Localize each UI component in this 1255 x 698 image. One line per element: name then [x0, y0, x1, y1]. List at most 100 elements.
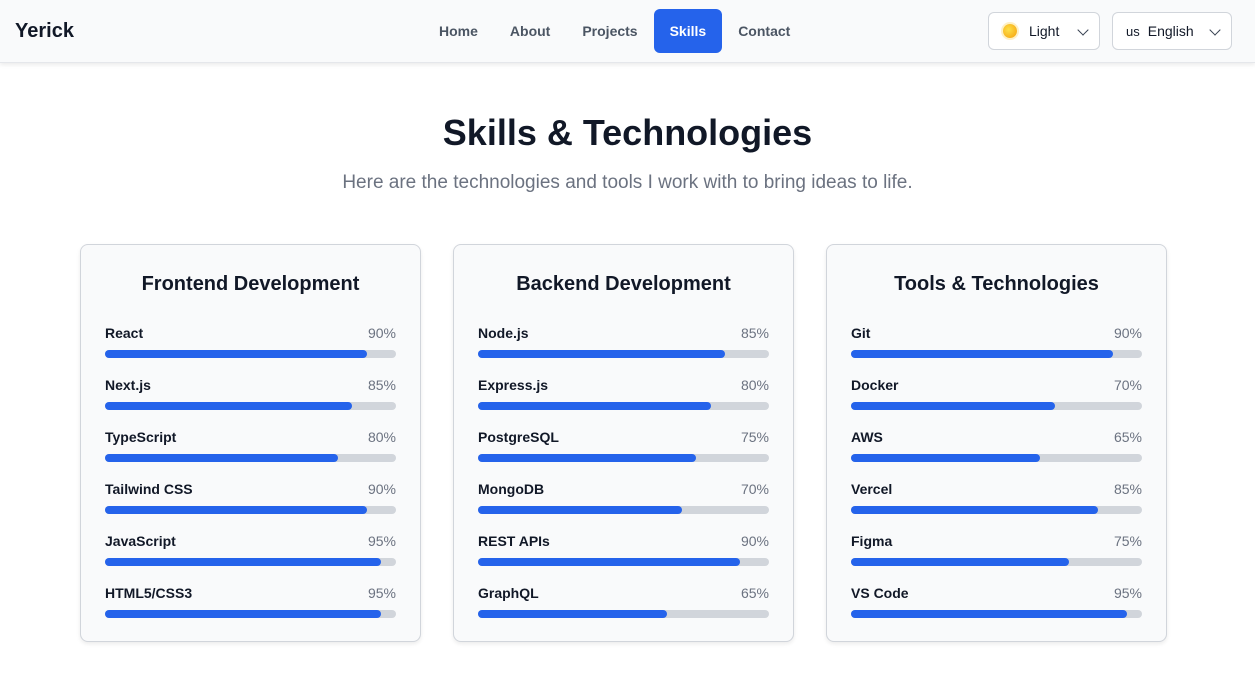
main-nav: Home About Projects Skills Contact	[423, 9, 806, 53]
skill-row: Vercel 85%	[851, 481, 1142, 521]
skill-name: PostgreSQL	[478, 429, 559, 445]
progress-fill	[478, 454, 697, 462]
nav-contact[interactable]: Contact	[722, 9, 806, 53]
skill-name: React	[105, 325, 144, 341]
progress-track	[105, 454, 396, 462]
progress-fill	[851, 350, 1113, 358]
skill-row: AWS 65%	[851, 429, 1142, 469]
progress-track	[478, 610, 769, 618]
progress-fill	[105, 350, 367, 358]
progress-fill	[478, 402, 711, 410]
progress-track	[105, 610, 396, 618]
progress-fill	[105, 454, 338, 462]
skill-name: GraphQL	[478, 585, 539, 601]
skill-percent: 85%	[367, 377, 396, 393]
progress-track	[478, 506, 769, 514]
skill-name: Express.js	[478, 377, 549, 393]
chevron-down-icon	[1209, 24, 1221, 36]
page-title: Skills & Technologies	[442, 112, 813, 153]
skill-name: Git	[851, 325, 871, 341]
progress-track	[851, 454, 1142, 462]
skill-category-card: Backend Development Node.js 85% Express.js 8…	[453, 244, 794, 642]
skill-category-card: Frontend Development React 90% Next.js 85% Ty…	[80, 244, 421, 642]
skill-percent: 75%	[1113, 533, 1142, 549]
skill-percent: 75%	[740, 429, 769, 445]
progress-fill	[105, 402, 353, 410]
progress-track	[851, 558, 1142, 566]
progress-fill	[851, 610, 1128, 618]
nav-about[interactable]: About	[494, 9, 566, 53]
card-title: Tools & Technologies	[894, 273, 1099, 295]
card-title: Backend Development	[516, 273, 731, 295]
progress-track	[851, 350, 1142, 358]
skill-percent: 85%	[740, 325, 769, 341]
skill-row: Tailwind CSS 90%	[105, 481, 396, 521]
skill-name: Docker	[851, 377, 899, 393]
progress-track	[105, 558, 396, 566]
nav-projects[interactable]: Projects	[566, 9, 653, 53]
skill-percent: 65%	[1113, 429, 1142, 445]
progress-track	[478, 350, 769, 358]
skill-row: Express.js 80%	[478, 377, 769, 417]
progress-track	[478, 402, 769, 410]
brand-logo[interactable]: Yerick	[15, 20, 74, 43]
skill-name: REST APIs	[478, 533, 550, 549]
progress-fill	[478, 610, 668, 618]
skill-row: REST APIs 90%	[478, 533, 769, 573]
top-navbar: Yerick Home About Projects Skills Contac…	[0, 0, 1255, 63]
skill-percent: 90%	[367, 481, 396, 497]
theme-select-value: Light	[1029, 23, 1060, 39]
skill-percent: 95%	[1113, 585, 1142, 601]
skill-row: PostgreSQL 75%	[478, 429, 769, 469]
skill-percent: 80%	[740, 377, 769, 393]
skill-row: Figma 75%	[851, 533, 1142, 573]
us-flag-icon: us	[1126, 23, 1140, 39]
skill-percent: 85%	[1113, 481, 1142, 497]
progress-fill	[105, 558, 382, 566]
progress-track	[105, 350, 396, 358]
page-subtitle: Here are the technologies and tools I wo…	[342, 172, 913, 193]
skill-percent: 90%	[367, 325, 396, 341]
skill-category-card: Tools & Technologies Git 90% Docker 70% AWS 65…	[826, 244, 1167, 642]
skill-name: Next.js	[105, 377, 151, 393]
card-title: Frontend Development	[141, 273, 360, 295]
progress-fill	[851, 402, 1055, 410]
progress-fill	[105, 610, 382, 618]
skill-name: HTML5/CSS3	[105, 585, 193, 601]
skill-name: Figma	[851, 533, 893, 549]
skill-percent: 95%	[367, 585, 396, 601]
skill-name: JavaScript	[105, 533, 176, 549]
skill-name: Tailwind CSS	[105, 481, 193, 497]
skill-row: TypeScript 80%	[105, 429, 396, 469]
progress-fill	[851, 454, 1041, 462]
skill-name: Vercel	[851, 481, 893, 497]
skill-percent: 80%	[367, 429, 396, 445]
progress-fill	[478, 558, 740, 566]
language-select[interactable]: us English	[1112, 12, 1232, 50]
progress-fill	[851, 558, 1070, 566]
skill-row: Git 90%	[851, 325, 1142, 365]
nav-home[interactable]: Home	[423, 9, 494, 53]
skill-row: MongoDB 70%	[478, 481, 769, 521]
skill-row: Node.js 85%	[478, 325, 769, 365]
nav-skills[interactable]: Skills	[653, 9, 723, 53]
skill-percent: 95%	[367, 533, 396, 549]
skill-name: Node.js	[478, 325, 529, 341]
skill-percent: 65%	[740, 585, 769, 601]
skill-name: TypeScript	[105, 429, 177, 445]
skill-percent: 70%	[1113, 377, 1142, 393]
skill-name: MongoDB	[478, 481, 545, 497]
skill-row: React 90%	[105, 325, 396, 365]
progress-track	[851, 610, 1142, 618]
language-select-value: English	[1147, 23, 1194, 39]
progress-track	[105, 402, 396, 410]
progress-fill	[478, 350, 726, 358]
theme-select[interactable]: Light	[988, 12, 1100, 50]
progress-fill	[105, 506, 367, 514]
progress-track	[105, 506, 396, 514]
progress-fill	[851, 506, 1099, 514]
progress-track	[478, 558, 769, 566]
skill-row: HTML5/CSS3 95%	[105, 585, 396, 625]
skill-name: VS Code	[851, 585, 909, 601]
progress-track	[851, 402, 1142, 410]
